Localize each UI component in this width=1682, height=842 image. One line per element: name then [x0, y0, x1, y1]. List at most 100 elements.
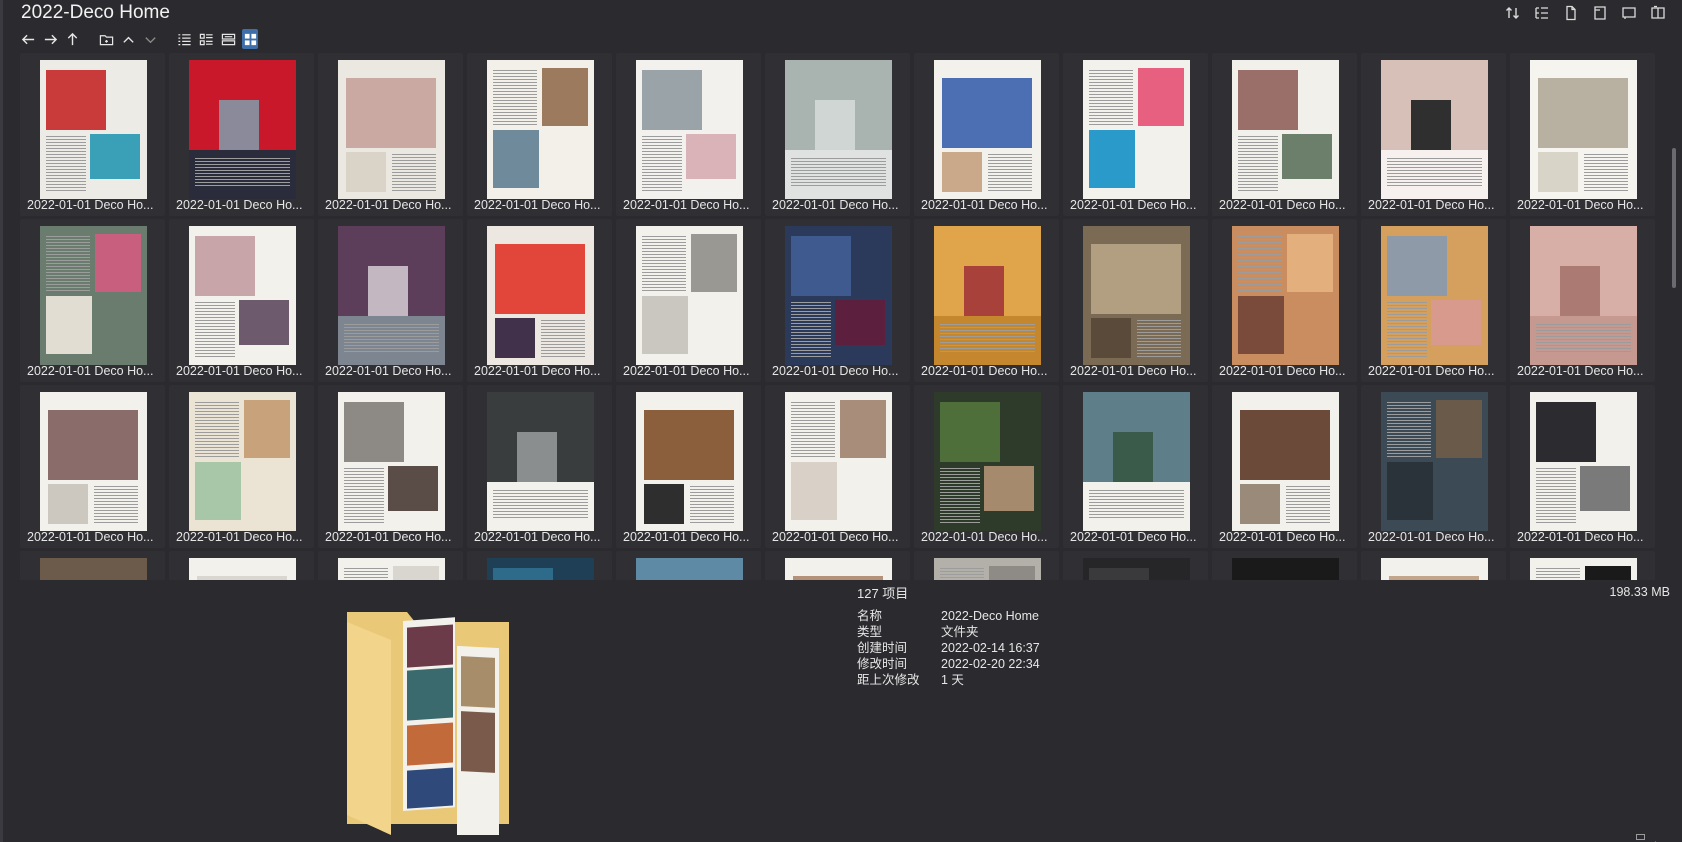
thumbnail-item[interactable]: 2022-01-01 Deco Ho... — [1212, 219, 1357, 382]
magazine-page-thumbnail — [487, 60, 594, 199]
thumbnail-item[interactable]: 2022-01-01 Deco Ho... — [765, 219, 910, 382]
thumbnail-label: 2022-01-01 Deco Ho... — [1517, 198, 1644, 212]
thumbnail-item[interactable]: 2022-01-01 Deco Ho... — [1212, 551, 1357, 580]
magazine-page-thumbnail — [1381, 60, 1488, 199]
thumbnail-item[interactable]: 2022-01-01 Deco Ho... — [169, 385, 314, 548]
thumbnail-item[interactable]: 2022-01-01 Deco Ho... — [20, 219, 165, 382]
panel-right-icon[interactable] — [1590, 3, 1610, 23]
folder-preview — [345, 610, 515, 839]
thumbnail-item[interactable]: 2022-01-01 Deco Ho... — [169, 551, 314, 580]
thumbnail-label: 2022-01-01 Deco Ho... — [474, 198, 601, 212]
thumbnail-item[interactable]: 2022-01-01 Deco Ho... — [1361, 53, 1506, 216]
thumbnail-label: 2022-01-01 Deco Ho... — [1070, 364, 1197, 378]
chevron-up-icon[interactable] — [120, 29, 136, 49]
thumbnail-label: 2022-01-01 Deco Ho... — [325, 364, 452, 378]
property-key: 类型 — [857, 625, 883, 639]
thumbnail-item[interactable]: 2022-01-01 Deco Ho... — [1510, 53, 1655, 216]
thumbnail-item[interactable]: 2022-01-01 Deco Ho... — [169, 53, 314, 216]
thumbnail-label: 2022-01-01 Deco Ho... — [1219, 198, 1346, 212]
thumbnail-item[interactable]: 2022-01-01 Deco Ho... — [467, 53, 612, 216]
thumbnail-label: 2022-01-01 Deco Ho... — [176, 198, 303, 212]
collapse-panel-icon[interactable] — [1651, 834, 1660, 842]
magazine-page-thumbnail — [1083, 226, 1190, 365]
thumbnail-item[interactable]: 2022-01-01 Deco Ho... — [1063, 551, 1208, 580]
thumbnail-item[interactable]: 2022-01-01 Deco Ho... — [765, 385, 910, 548]
magazine-page-thumbnail — [189, 60, 296, 199]
thumbnail-label: 2022-01-01 Deco Ho... — [176, 364, 303, 378]
up-arrow-icon[interactable] — [64, 29, 80, 49]
thumbnail-label: 2022-01-01 Deco Ho... — [772, 530, 899, 544]
thumbnail-item[interactable]: 2022-01-01 Deco Ho... — [914, 53, 1059, 216]
thumbnail-item[interactable]: 2022-01-01 Deco Ho... — [765, 551, 910, 580]
thumbnail-view-icon[interactable] — [242, 29, 258, 49]
magazine-page-thumbnail — [934, 226, 1041, 365]
property-value: 1 天 — [941, 673, 964, 687]
thumbnail-label: 2022-01-01 Deco Ho... — [623, 530, 750, 544]
thumbnail-item[interactable]: 2022-01-01 Deco Ho... — [914, 219, 1059, 382]
thumbnail-item[interactable]: 2022-01-01 Deco Ho... — [1510, 385, 1655, 548]
thumbnail-label: 2022-01-01 Deco Ho... — [474, 530, 601, 544]
thumbnail-item[interactable]: 2022-01-01 Deco Ho... — [1510, 551, 1655, 580]
thumbnail-item[interactable]: 2022-01-01 Deco Ho... — [765, 53, 910, 216]
details-view-icon[interactable] — [198, 29, 214, 49]
thumbnail-item[interactable]: 2022-01-01 Deco Ho... — [914, 551, 1059, 580]
thumbnail-item[interactable]: 2022-01-01 Deco Ho... — [616, 53, 761, 216]
thumbnail-item[interactable]: 2022-01-01 Deco Ho... — [1063, 385, 1208, 548]
property-key: 名称 — [857, 609, 883, 623]
thumbnail-label: 2022-01-01 Deco Ho... — [623, 198, 750, 212]
thumbnail-label: 2022-01-01 Deco Ho... — [1219, 530, 1346, 544]
tree-view-icon[interactable] — [1532, 3, 1552, 23]
thumbnail-item[interactable]: 2022-01-01 Deco Ho... — [1212, 385, 1357, 548]
thumbnail-item[interactable]: 2022-01-01 Deco Ho... — [1212, 53, 1357, 216]
sort-icon[interactable] — [1503, 3, 1523, 23]
thumbnail-item[interactable]: 2022-01-01 Deco Ho... — [616, 551, 761, 580]
thumbnail-item[interactable]: 2022-01-01 Deco Ho... — [1361, 219, 1506, 382]
forward-arrow-icon[interactable] — [42, 29, 58, 49]
magazine-page-thumbnail — [338, 60, 445, 199]
vertical-scrollbar[interactable] — [1670, 53, 1678, 580]
magazine-page-thumbnail — [487, 558, 594, 580]
new-folder-icon[interactable] — [98, 29, 114, 49]
thumbnail-item[interactable]: 2022-01-01 Deco Ho... — [1063, 53, 1208, 216]
thumbnail-label: 2022-01-01 Deco Ho... — [325, 530, 452, 544]
thumbnail-item[interactable]: 2022-01-01 Deco Ho... — [20, 53, 165, 216]
split-pane-icon[interactable] — [1648, 3, 1668, 23]
list-view-icon[interactable] — [176, 29, 192, 49]
thumbnail-item[interactable]: 2022-01-01 Deco Ho... — [20, 551, 165, 580]
thumbnail-item[interactable]: 2022-01-01 Deco Ho... — [616, 219, 761, 382]
magazine-page-thumbnail — [934, 392, 1041, 531]
scrollbar-thumb[interactable] — [1672, 148, 1676, 288]
thumbnail-item[interactable]: 2022-01-01 Deco Ho... — [1361, 385, 1506, 548]
tiles-view-icon[interactable] — [220, 29, 236, 49]
magazine-page-thumbnail — [785, 558, 892, 580]
chevron-down-icon[interactable] — [142, 29, 158, 49]
panel-icon[interactable] — [1619, 3, 1639, 23]
magazine-page-thumbnail — [338, 558, 445, 580]
property-key: 距上次修改 — [857, 673, 920, 687]
thumbnail-item[interactable]: 2022-01-01 Deco Ho... — [467, 219, 612, 382]
magazine-page-thumbnail — [189, 392, 296, 531]
thumbnail-item[interactable]: 2022-01-01 Deco Ho... — [318, 385, 463, 548]
file-icon[interactable] — [1561, 3, 1581, 23]
thumbnail-item[interactable]: 2022-01-01 Deco Ho... — [318, 551, 463, 580]
folder-icon — [347, 612, 509, 839]
magazine-page-thumbnail — [1530, 392, 1637, 531]
thumbnail-item[interactable]: 2022-01-01 Deco Ho... — [20, 385, 165, 548]
thumbnail-item[interactable]: 2022-01-01 Deco Ho... — [1361, 551, 1506, 580]
thumbnail-item[interactable]: 2022-01-01 Deco Ho... — [467, 551, 612, 580]
thumbnail-item[interactable]: 2022-01-01 Deco Ho... — [1063, 219, 1208, 382]
thumbnail-item[interactable]: 2022-01-01 Deco Ho... — [914, 385, 1059, 548]
thumbnail-label: 2022-01-01 Deco Ho... — [921, 198, 1048, 212]
thumbnail-item[interactable]: 2022-01-01 Deco Ho... — [318, 219, 463, 382]
magazine-page-thumbnail — [636, 392, 743, 531]
properties-panel: 名称 2022-Deco Home 类型 文件夹 创建时间 2022-02-14 16:3… — [857, 608, 1040, 688]
item-count: 127 项目 — [857, 586, 909, 601]
thumbnail-label: 2022-01-01 Deco Ho... — [474, 364, 601, 378]
property-value: 2022-02-20 22:34 — [941, 657, 1040, 671]
thumbnail-item[interactable]: 2022-01-01 Deco Ho... — [616, 385, 761, 548]
back-arrow-icon[interactable] — [20, 29, 36, 49]
thumbnail-item[interactable]: 2022-01-01 Deco Ho... — [169, 219, 314, 382]
thumbnail-item[interactable]: 2022-01-01 Deco Ho... — [467, 385, 612, 548]
thumbnail-item[interactable]: 2022-01-01 Deco Ho... — [318, 53, 463, 216]
thumbnail-item[interactable]: 2022-01-01 Deco Ho... — [1510, 219, 1655, 382]
